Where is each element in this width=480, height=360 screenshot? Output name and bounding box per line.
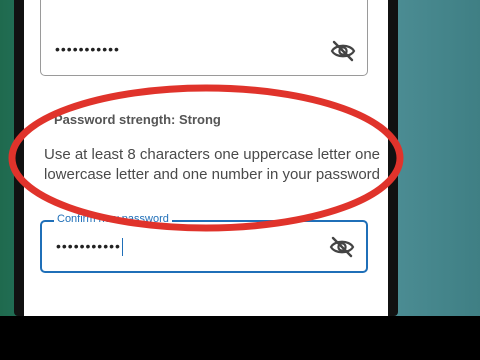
new-password-value: ••••••••••• (55, 41, 120, 57)
eye-off-icon[interactable] (328, 235, 356, 259)
text-cursor (121, 238, 124, 257)
eye-off-icon[interactable] (329, 39, 357, 63)
confirm-password-label: Confirm new password (54, 213, 172, 225)
confirm-password-field[interactable]: Confirm new password ••••••••••• (40, 213, 368, 273)
bottom-letterbox (0, 316, 480, 360)
phone-screen: ••••••••••• Password strength: Strong Us… (24, 0, 388, 316)
confirm-password-dots: ••••••••••• (56, 238, 121, 254)
password-strength-label: Password strength: Strong (54, 112, 221, 127)
confirm-password-value: ••••••••••• (56, 238, 124, 257)
new-password-field[interactable]: ••••••••••• (40, 0, 368, 76)
password-requirements-hint: Use at least 8 characters one uppercase … (44, 146, 381, 183)
